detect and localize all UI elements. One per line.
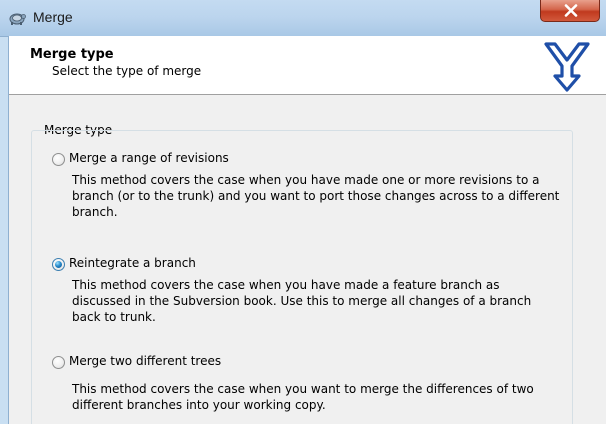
merge-arrow-logo-icon: [544, 42, 590, 92]
wizard-header: Merge type Select the type of merge: [9, 36, 606, 95]
option-description: This method covers the case when you wan…: [72, 382, 534, 412]
radio-label[interactable]: Merge two different trees: [69, 354, 221, 368]
close-button[interactable]: [540, 0, 600, 22]
background-window-text: [120, 0, 420, 8]
title-bar[interactable]: Merge: [0, 0, 606, 37]
radio-button[interactable]: [52, 153, 65, 166]
page-title: Merge type: [30, 47, 114, 62]
radio-button-selected[interactable]: [52, 258, 65, 271]
close-icon: [564, 4, 578, 17]
radio-button[interactable]: [52, 356, 65, 369]
option-description: This method covers the case when you hav…: [72, 278, 532, 324]
option-description: This method covers the case when you hav…: [72, 173, 560, 219]
page-subtitle: Select the type of merge: [52, 64, 202, 78]
radio-label[interactable]: Reintegrate a branch: [69, 256, 196, 270]
window-title: Merge: [33, 9, 73, 25]
tortoise-app-icon: [9, 13, 26, 25]
dialog-client-area: Merge type Select the type of merge Merg…: [8, 36, 606, 424]
radio-label[interactable]: Merge a range of revisions: [69, 151, 229, 165]
